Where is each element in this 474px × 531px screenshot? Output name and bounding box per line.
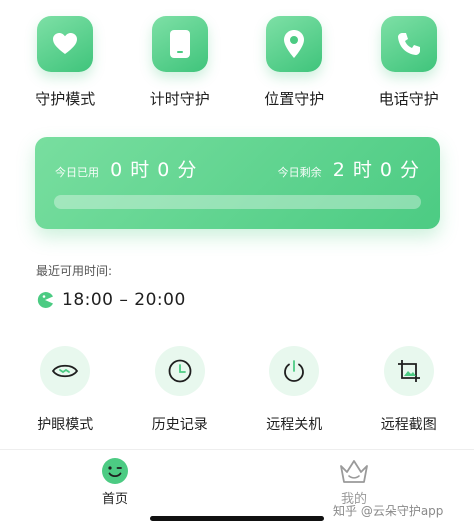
recent-time-row: 18:00 – 20:00: [36, 290, 186, 310]
heart-icon: [37, 16, 94, 72]
eye-icon: [40, 346, 91, 396]
phone-device-icon: [151, 16, 208, 72]
feature-location-guard[interactable]: 位置守护: [239, 16, 349, 109]
bottom-feature-grid: 护眼模式 历史记录 远程关机 远程截图: [0, 346, 474, 434]
usage-row: 今日已用 0 时 0 分 今日剩余 2 时 0 分: [55, 155, 420, 182]
recent-time-range: 18:00 – 20:00: [62, 290, 186, 310]
feature-remote-shutdown[interactable]: 远程关机: [239, 346, 349, 434]
tab-home[interactable]: 首页: [70, 456, 160, 507]
screenshot-icon: [383, 346, 434, 396]
power-icon: [269, 346, 320, 396]
clock-icon: [154, 346, 205, 396]
feature-label: 护眼模式: [37, 417, 94, 433]
top-feature-grid: 守护模式 计时守护 位置守护 电话守护: [0, 16, 474, 109]
smiley-icon: [102, 458, 128, 484]
usage-progress-bar: [54, 195, 421, 209]
used-value: 0 时 0 分: [110, 159, 198, 181]
feature-label: 电话守护: [378, 90, 439, 108]
home-indicator[interactable]: [150, 516, 324, 521]
feature-timer-guard[interactable]: 计时守护: [125, 16, 235, 109]
feature-guard-mode[interactable]: 守护模式: [10, 16, 120, 109]
feature-eye-protection[interactable]: 护眼模式: [10, 346, 120, 434]
feature-phone-guard[interactable]: 电话守护: [354, 16, 464, 109]
feature-label: 远程截图: [380, 417, 437, 433]
feature-label: 位置守护: [264, 90, 325, 108]
watermark-text: 知乎 @云朵守护app: [333, 504, 444, 518]
usage-card: 今日已用 0 时 0 分 今日剩余 2 时 0 分: [35, 137, 440, 229]
feature-label: 历史记录: [151, 417, 208, 433]
feature-history[interactable]: 历史记录: [125, 346, 235, 434]
remaining-value: 2 时 0 分: [332, 159, 420, 181]
feature-label: 守护模式: [35, 90, 96, 108]
phone-call-icon: [380, 16, 437, 72]
tab-home-label: 首页: [101, 492, 128, 507]
tab-mine[interactable]: 我的: [309, 456, 399, 507]
pacman-clock-icon: [37, 292, 53, 308]
remaining-today: 今日剩余 2 时 0 分: [278, 155, 420, 182]
feature-remote-screenshot[interactable]: 远程截图: [354, 346, 464, 434]
location-pin-icon: [266, 16, 323, 72]
used-today: 今日已用 0 时 0 分: [55, 155, 197, 182]
crown-icon: [340, 460, 368, 483]
feature-label: 远程关机: [266, 417, 323, 433]
feature-label: 计时守护: [149, 90, 210, 108]
recent-available-title: 最近可用时间:: [36, 264, 113, 278]
remaining-label: 今日剩余: [277, 166, 322, 179]
used-label: 今日已用: [55, 166, 99, 179]
